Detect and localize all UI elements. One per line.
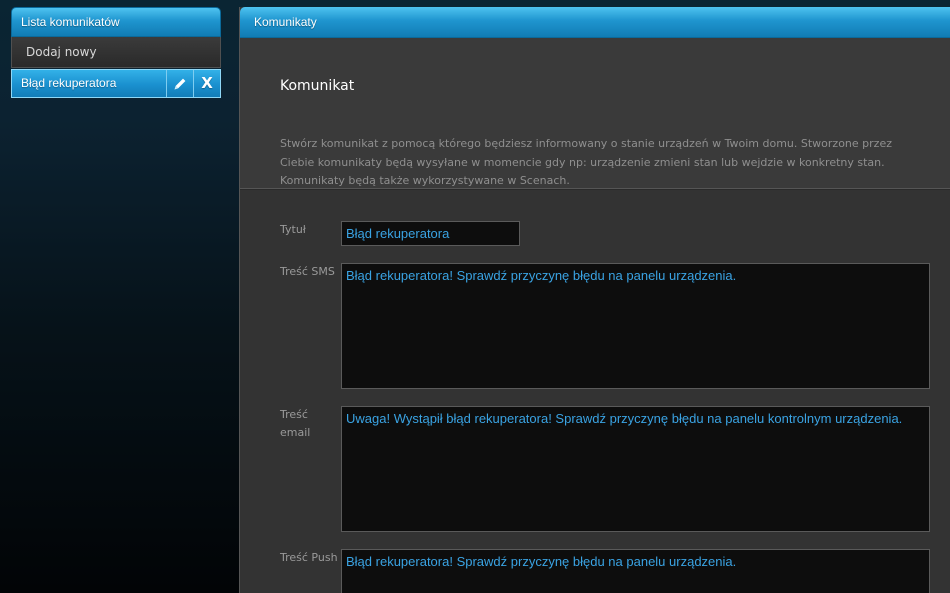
- delete-button[interactable]: X: [193, 70, 220, 97]
- push-label: Treść Push: [280, 551, 338, 564]
- section-title: Komunikat: [280, 78, 355, 94]
- list-item-label: Błąd rekuperatora: [21, 76, 117, 90]
- close-icon: X: [201, 74, 213, 92]
- push-textarea[interactable]: Błąd rekuperatora! Sprawdź przyczynę błę…: [341, 549, 930, 593]
- description-line: Stwórz komunikat z pomocą którego będzie…: [280, 137, 892, 150]
- description-line: Komunikaty będą także wykorzystywane w S…: [280, 174, 570, 187]
- main-panel: Komunikaty Komunikat Stwórz komunikat z …: [239, 7, 950, 593]
- list-item[interactable]: Błąd rekuperatora X: [11, 69, 221, 98]
- title-label: Tytuł: [280, 223, 306, 236]
- email-label-line: email: [280, 426, 311, 439]
- message-form: Tytuł Błąd rekuperatora Treść SMS Błąd r…: [240, 189, 950, 593]
- sidebar: Lista komunikatów Dodaj nowy Błąd rekupe…: [11, 7, 221, 98]
- add-new-button[interactable]: Dodaj nowy: [11, 37, 221, 68]
- intro-section: Komunikat Stwórz komunikat z pomocą któr…: [240, 38, 950, 189]
- edit-button[interactable]: [166, 70, 193, 97]
- item-actions: X: [166, 70, 220, 97]
- description: Stwórz komunikat z pomocą którego będzie…: [280, 135, 930, 191]
- email-textarea[interactable]: Uwaga! Wystąpił błąd rekuperatora! Spraw…: [341, 406, 930, 532]
- pencil-icon: [174, 78, 186, 89]
- sms-textarea[interactable]: Błąd rekuperatora! Sprawdź przyczynę błę…: [341, 263, 930, 389]
- email-label: Treść email: [280, 406, 310, 442]
- description-line: Ciebie komunikaty będą wysyłane w momenc…: [280, 155, 885, 169]
- email-label-line: Treść: [280, 408, 308, 421]
- main-header: Komunikaty: [240, 7, 950, 38]
- sidebar-header: Lista komunikatów: [11, 7, 221, 37]
- title-input[interactable]: Błąd rekuperatora: [341, 221, 520, 246]
- sms-label: Treść SMS: [280, 265, 335, 278]
